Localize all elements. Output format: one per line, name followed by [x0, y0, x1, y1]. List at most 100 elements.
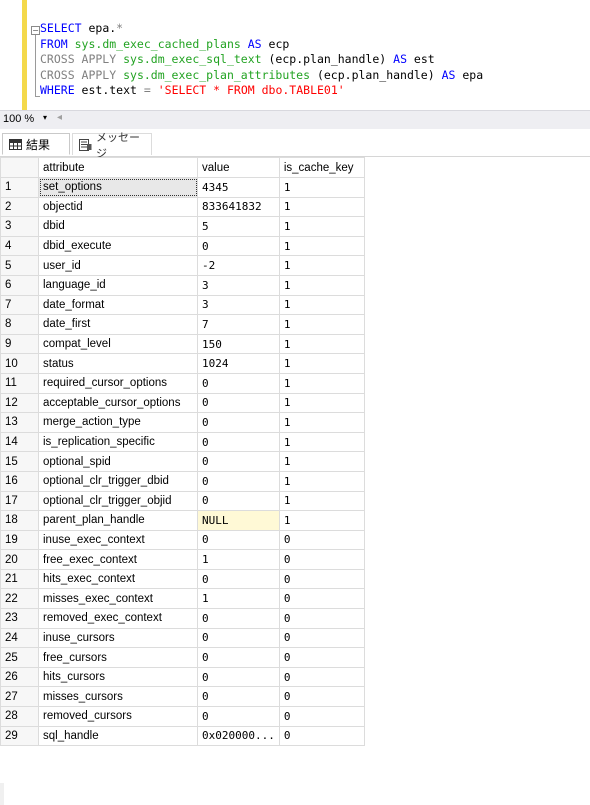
- row-number[interactable]: 1: [0, 177, 39, 198]
- cell-value[interactable]: 833641832: [197, 196, 280, 218]
- cell-value[interactable]: 3: [197, 274, 280, 296]
- cell-attribute[interactable]: optional_clr_trigger_dbid: [38, 470, 198, 492]
- row-number[interactable]: 26: [0, 666, 39, 688]
- cell-is-cache-key[interactable]: 1: [278, 255, 365, 276]
- cell-value[interactable]: 0: [197, 235, 280, 257]
- row-number[interactable]: 29: [0, 725, 39, 747]
- cell-is-cache-key[interactable]: 1: [278, 177, 365, 198]
- row-number[interactable]: 14: [0, 431, 39, 453]
- cell-attribute[interactable]: free_cursors: [38, 647, 198, 668]
- row-number[interactable]: 23: [0, 608, 39, 629]
- table-row[interactable]: 24 inuse_cursors 0 0: [0, 627, 365, 649]
- cell-value[interactable]: -2: [197, 255, 280, 276]
- table-row[interactable]: 19 inuse_exec_context 0 0: [0, 529, 365, 551]
- cell-is-cache-key[interactable]: 1: [278, 216, 365, 237]
- cell-is-cache-key[interactable]: 0: [278, 686, 365, 708]
- cell-is-cache-key[interactable]: 0: [278, 627, 365, 649]
- cell-attribute[interactable]: inuse_exec_context: [38, 529, 198, 551]
- collapse-icon[interactable]: −: [31, 26, 40, 35]
- tab-messages[interactable]: メッセージ: [72, 132, 152, 160]
- cell-value[interactable]: 0: [197, 529, 280, 551]
- cell-is-cache-key[interactable]: 1: [278, 274, 365, 296]
- code-line[interactable]: SELECT epa.*: [40, 21, 483, 37]
- cell-is-cache-key[interactable]: 1: [278, 451, 365, 472]
- cell-attribute[interactable]: misses_cursors: [38, 686, 198, 708]
- row-number[interactable]: 21: [0, 568, 39, 590]
- cell-value[interactable]: 0: [197, 647, 280, 668]
- cell-is-cache-key[interactable]: 0: [278, 647, 365, 668]
- row-number[interactable]: 10: [0, 353, 39, 374]
- cell-is-cache-key[interactable]: 1: [278, 412, 365, 433]
- row-number[interactable]: 28: [0, 706, 39, 727]
- cell-attribute[interactable]: acceptable_cursor_options: [38, 392, 198, 414]
- row-number[interactable]: 20: [0, 549, 39, 570]
- cell-value[interactable]: 0: [197, 627, 280, 649]
- table-row[interactable]: 4 dbid_execute 0 1: [0, 235, 365, 257]
- table-row[interactable]: 28 removed_cursors 0 0: [0, 706, 365, 727]
- cell-attribute[interactable]: free_exec_context: [38, 549, 198, 570]
- code-line[interactable]: CROSS APPLY sys.dm_exec_plan_attributes …: [40, 68, 483, 84]
- row-number[interactable]: 19: [0, 529, 39, 551]
- table-row[interactable]: 12 acceptable_cursor_options 0 1: [0, 392, 365, 414]
- cell-attribute[interactable]: hits_cursors: [38, 666, 198, 688]
- cell-attribute[interactable]: merge_action_type: [38, 412, 198, 433]
- cell-attribute[interactable]: misses_exec_context: [38, 588, 198, 610]
- cell-attribute[interactable]: compat_level: [38, 333, 198, 355]
- table-row[interactable]: 13 merge_action_type 0 1: [0, 412, 365, 433]
- row-number[interactable]: 25: [0, 647, 39, 668]
- cell-attribute[interactable]: objectid: [38, 196, 198, 218]
- code-line[interactable]: CROSS APPLY sys.dm_exec_sql_text (ecp.pl…: [40, 52, 483, 68]
- cell-is-cache-key[interactable]: 1: [278, 333, 365, 355]
- cell-is-cache-key[interactable]: 1: [278, 314, 365, 335]
- cell-attribute[interactable]: removed_exec_context: [38, 608, 198, 629]
- cell-attribute[interactable]: date_first: [38, 314, 198, 335]
- table-row[interactable]: 7 date_format 3 1: [0, 294, 365, 316]
- cell-attribute[interactable]: removed_cursors: [38, 706, 198, 727]
- column-header-value[interactable]: value: [197, 157, 280, 178]
- row-number[interactable]: 6: [0, 274, 39, 296]
- cell-attribute[interactable]: inuse_cursors: [38, 627, 198, 649]
- cell-is-cache-key[interactable]: 0: [278, 725, 365, 747]
- cell-value[interactable]: 150: [197, 333, 280, 355]
- table-row[interactable]: 20 free_exec_context 1 0: [0, 549, 365, 570]
- column-header-is-cache-key[interactable]: is_cache_key: [278, 157, 365, 178]
- table-row[interactable]: 11 required_cursor_options 0 1: [0, 372, 365, 394]
- cell-value[interactable]: 0: [197, 372, 280, 394]
- table-row[interactable]: 2 objectid 833641832 1: [0, 196, 365, 218]
- horizontal-scrollbar[interactable]: [0, 783, 590, 805]
- row-number[interactable]: 12: [0, 392, 39, 414]
- cell-value[interactable]: 0x020000...: [197, 725, 280, 747]
- table-row[interactable]: 10 status 1024 1: [0, 353, 365, 374]
- row-number[interactable]: 5: [0, 255, 39, 276]
- table-row[interactable]: 26 hits_cursors 0 0: [0, 666, 365, 688]
- cell-attribute[interactable]: status: [38, 353, 198, 374]
- cell-is-cache-key[interactable]: 1: [278, 431, 365, 453]
- table-row[interactable]: 23 removed_exec_context 0 0: [0, 608, 365, 629]
- zoom-dropdown[interactable]: 100 % ▾: [3, 113, 53, 126]
- cell-value[interactable]: 0: [197, 666, 280, 688]
- cell-is-cache-key[interactable]: 0: [278, 549, 365, 570]
- scrollbar-thumb[interactable]: [0, 783, 4, 805]
- cell-attribute[interactable]: optional_clr_trigger_objid: [38, 490, 198, 512]
- row-header-corner[interactable]: [0, 157, 39, 178]
- cell-is-cache-key[interactable]: 0: [278, 706, 365, 727]
- cell-is-cache-key[interactable]: 1: [278, 510, 365, 531]
- row-number[interactable]: 22: [0, 588, 39, 610]
- cell-value[interactable]: 0: [197, 568, 280, 590]
- row-number[interactable]: 4: [0, 235, 39, 257]
- table-row[interactable]: 6 language_id 3 1: [0, 274, 365, 296]
- cell-value[interactable]: 0: [197, 451, 280, 472]
- cell-value[interactable]: 0: [197, 706, 280, 727]
- cell-value[interactable]: 5: [197, 216, 280, 237]
- cell-attribute[interactable]: required_cursor_options: [38, 372, 198, 394]
- row-number[interactable]: 16: [0, 470, 39, 492]
- cell-is-cache-key[interactable]: 1: [278, 294, 365, 316]
- table-row[interactable]: 3 dbid 5 1: [0, 216, 365, 237]
- sql-code[interactable]: SELECT epa.* FROM sys.dm_exec_cached_plan…: [40, 21, 483, 99]
- row-number[interactable]: 3: [0, 216, 39, 237]
- cell-is-cache-key[interactable]: 1: [278, 353, 365, 374]
- cell-attribute[interactable]: hits_exec_context: [38, 568, 198, 590]
- cell-is-cache-key[interactable]: 1: [278, 470, 365, 492]
- cell-is-cache-key[interactable]: 1: [278, 196, 365, 218]
- column-header-attribute[interactable]: attribute: [38, 157, 198, 178]
